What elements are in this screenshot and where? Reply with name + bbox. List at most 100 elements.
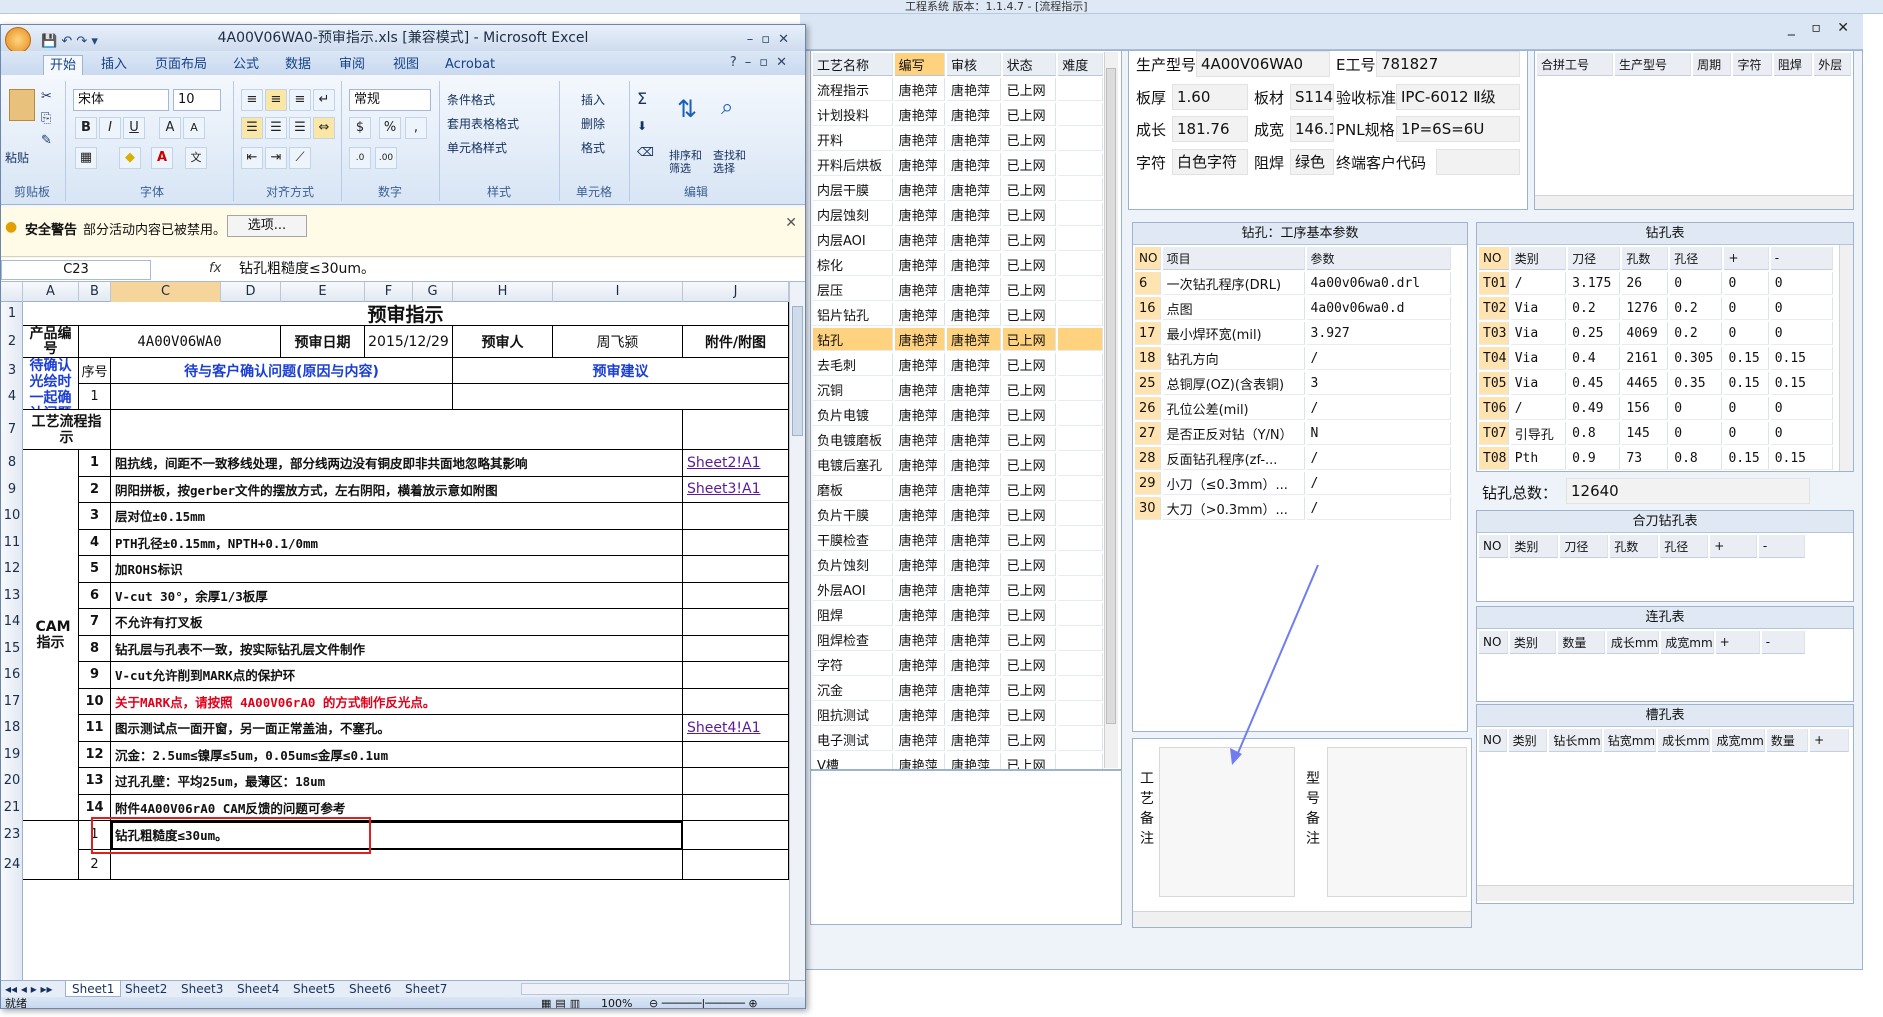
col-merge-char[interactable]: 字符 [1733,53,1772,76]
view-mode-icons[interactable]: ▦▤▥ [541,997,584,1008]
cam-item-text-cell[interactable]: 阻抗线，间距不一致移线处理，部分线两边没有铜皮即非共面地忽略其影响 [111,450,683,477]
pnl-field[interactable]: 1P=6S=6U [1396,116,1520,142]
col-slot-drill-wid[interactable]: 钻宽mm [1603,729,1657,752]
col-header-f[interactable]: F [365,282,413,302]
row-header[interactable]: 17 [1,694,23,709]
sheet-nav-icons[interactable]: ◂◂ ◂ ▸ ▸▸ [5,981,53,997]
cam-item-link-cell[interactable] [683,503,789,530]
process-row[interactable]: 阻焊检查 唐艳萍 唐艳萍 已上网 [813,628,1103,651]
col-param-value[interactable]: 参数 [1306,247,1451,270]
param-row[interactable]: 30 大刀（>0.3mm）... / [1135,497,1451,520]
merge-hscrollbar[interactable] [1535,195,1853,209]
drill-row[interactable]: T08 Pth 0.9 73 0.8 0.15 0.15 [1479,447,1833,470]
drill-row[interactable]: T04 Via 0.4 2161 0.305 0.15 0.15 [1479,347,1833,370]
col-writer[interactable]: 编写 [894,53,946,76]
align-middle-icon[interactable]: ≡ [265,89,287,111]
row-header[interactable]: 3 [1,363,23,378]
col-slot-drill-len[interactable]: 钻长mm [1549,729,1602,752]
sheet-tab-1[interactable]: Sheet1 [65,981,122,997]
row-header[interactable]: 16 [1,667,23,682]
drill-row[interactable]: T07 引导孔 0.8 145 0 0 0 [1479,422,1833,445]
col-drill-hole[interactable]: 孔径 [1670,247,1723,270]
param-row[interactable]: 28 反面钻孔程序(zf-... / [1135,447,1451,470]
col-merge-outer[interactable]: 外层 [1814,53,1851,76]
decrease-indent-icon[interactable]: ⇤ [241,147,263,169]
delete-cells-button[interactable]: 删除 [581,115,605,132]
col-link-no[interactable]: NO [1479,631,1508,654]
col-drill-minus[interactable]: - [1770,247,1833,270]
sort-filter-button[interactable]: 排序和筛选 [669,149,705,175]
process-row[interactable]: 电镀后塞孔 唐艳萍 唐艳萍 已上网 [813,453,1103,476]
process-row[interactable]: V槽 唐艳萍 唐艳萍 已上网 [813,753,1103,769]
flow-label-cell[interactable]: 工艺流程指示 [23,410,111,450]
tab-insert[interactable]: 插入 [101,55,127,75]
attach-label-cell[interactable]: 附件/附图 [683,326,789,358]
param-row[interactable]: 27 是否正反对钻（Y/N） N [1135,422,1451,445]
col-slot-plus[interactable]: + [1810,729,1849,752]
cam-item-text-cell[interactable]: 不允许有打叉板 [111,609,683,636]
autosum-icon[interactable]: Σ [637,89,647,108]
col-header-h[interactable]: H [453,282,553,302]
col-merge-cycle[interactable]: 周期 [1693,53,1732,76]
customer-field[interactable] [1436,149,1520,175]
sheet-vscrollbar[interactable] [789,282,805,980]
cam-item-no-cell[interactable]: 9 [79,662,111,689]
process-row[interactable]: 干膜检查 唐艳萍 唐艳萍 已上网 [813,528,1103,551]
col-link-minus[interactable]: - [1761,631,1805,654]
sheet-tab-4[interactable]: Sheet4 [237,981,279,997]
process-row[interactable]: 层压 唐艳萍 唐艳萍 已上网 [813,278,1103,301]
row-header[interactable]: 1 [1,306,23,321]
cam-item-no-cell[interactable]: 1 [79,450,111,477]
col-merge-model[interactable]: 生产型号 [1615,53,1692,76]
col-header-g[interactable]: G [413,282,453,302]
drill-row[interactable]: T02 Via 0.2 1276 0.2 0 0 [1479,297,1833,320]
align-bottom-icon[interactable]: ≡ [289,89,311,111]
cell-style-button[interactable]: 单元格样式 [447,139,507,156]
cam-item-no-cell[interactable]: 12 [79,741,111,768]
excel-window-controls[interactable]: –▫✕ [747,27,797,53]
prod-no-cell[interactable]: 4A00V06WA0 [79,326,281,358]
cam-item-link-cell[interactable] [683,741,789,768]
row-header[interactable]: 9 [1,482,23,497]
clear-icon[interactable]: ⌫ [637,145,654,159]
name-box[interactable]: C23 [1,260,151,280]
cam-item-link-cell[interactable] [683,688,789,715]
wrap-text-icon[interactable]: ↵ [313,89,335,111]
issue-label-cell[interactable]: 待与客户确认问题(原因与内容) [111,358,453,384]
zoom-level[interactable]: 100% [601,997,632,1008]
row-header[interactable]: 2 [1,334,23,349]
cam-item-no-cell[interactable]: 5 [79,556,111,583]
r24-no-cell[interactable]: 2 [79,849,111,880]
currency-icon[interactable]: $ [349,117,371,139]
align-center-icon[interactable]: ☰ [265,117,287,139]
width-field[interactable]: 146.18 [1290,116,1334,142]
thickness-field[interactable]: 1.60 [1172,84,1248,110]
cam-item-no-cell[interactable]: 3 [79,503,111,530]
e-no-field[interactable]: 781827 [1376,51,1520,77]
cam-item-text-cell[interactable]: PTH孔径±0.15mm，NPTH+0.1/0mm [111,529,683,556]
col-link-width[interactable]: 成宽mm [1661,631,1714,654]
col-drill-plus[interactable]: + [1724,247,1769,270]
drill-total-field[interactable]: 12640 [1566,478,1810,504]
percent-icon[interactable]: % [379,117,401,139]
drill-row[interactable]: T05 Via 0.45 4465 0.35 0.15 0.15 [1479,372,1833,395]
drill-row[interactable]: T06/0.49 156 0 0 0 [1479,397,1833,420]
merge-center-icon[interactable]: ⇔ [313,117,335,139]
cut-icon[interactable]: ✂ [41,89,52,104]
cam-item-link-cell[interactable]: Sheet4!A1 [683,715,789,742]
param-row[interactable]: 29 小刀（≤0.3mm）... / [1135,472,1451,495]
row-header[interactable]: 13 [1,588,23,603]
process-row[interactable]: 负电镀磨板 唐艳萍 唐艳萍 已上网 [813,428,1103,451]
cam-item-text-cell[interactable]: 层对位±0.15mm [111,503,683,530]
col-header-a[interactable]: A [23,282,79,302]
border-icon[interactable]: ▦ [75,147,97,169]
process-row[interactable]: 沉金 唐艳萍 唐艳萍 已上网 [813,678,1103,701]
process-row[interactable]: 钻孔 唐艳萍 唐艳萍 已上网 [813,328,1103,351]
col-header-e[interactable]: E [281,282,365,302]
cam-item-link-cell[interactable] [683,582,789,609]
cam-item-no-cell[interactable]: 13 [79,768,111,795]
increase-indent-icon[interactable]: ⇥ [265,147,287,169]
process-row[interactable]: 外层AOI 唐艳萍 唐艳萍 已上网 [813,578,1103,601]
col-drill-type[interactable]: 类别 [1510,247,1567,270]
ribbon-help-controls[interactable]: ?–▫✕ [730,55,795,70]
